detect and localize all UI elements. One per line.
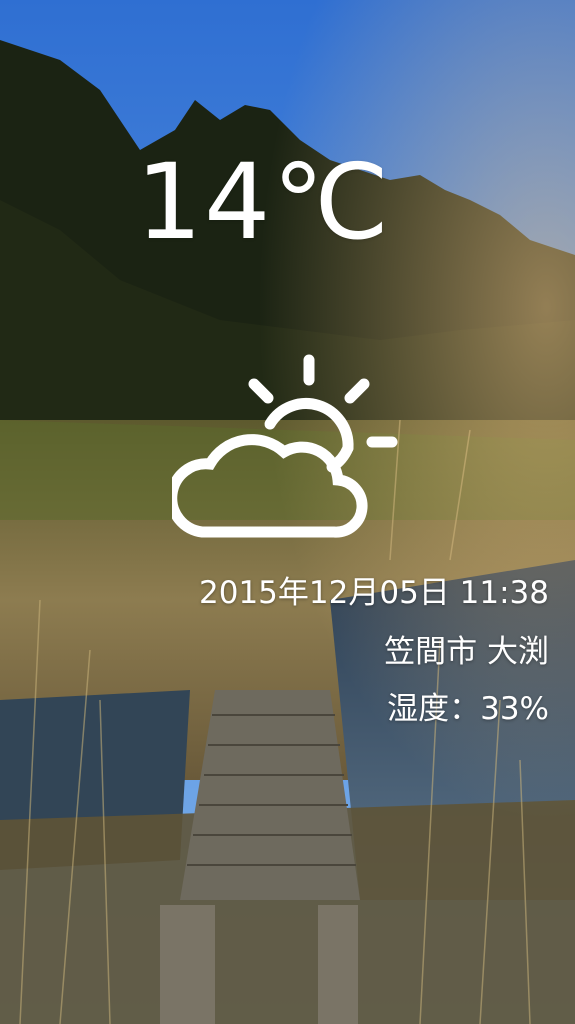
date-time: 2015年12月05日 11:38 <box>199 575 549 611</box>
partly-cloudy-icon <box>172 354 398 538</box>
humidity-value: 湿度：33% <box>387 691 549 727</box>
temperature-value: 14℃ <box>136 141 392 263</box>
weather-screen: 14℃ 2015年12月05日 11:38 笠間市 大渕 湿度：33% <box>0 0 575 1024</box>
location-name: 笠間市 大渕 <box>384 634 549 670</box>
